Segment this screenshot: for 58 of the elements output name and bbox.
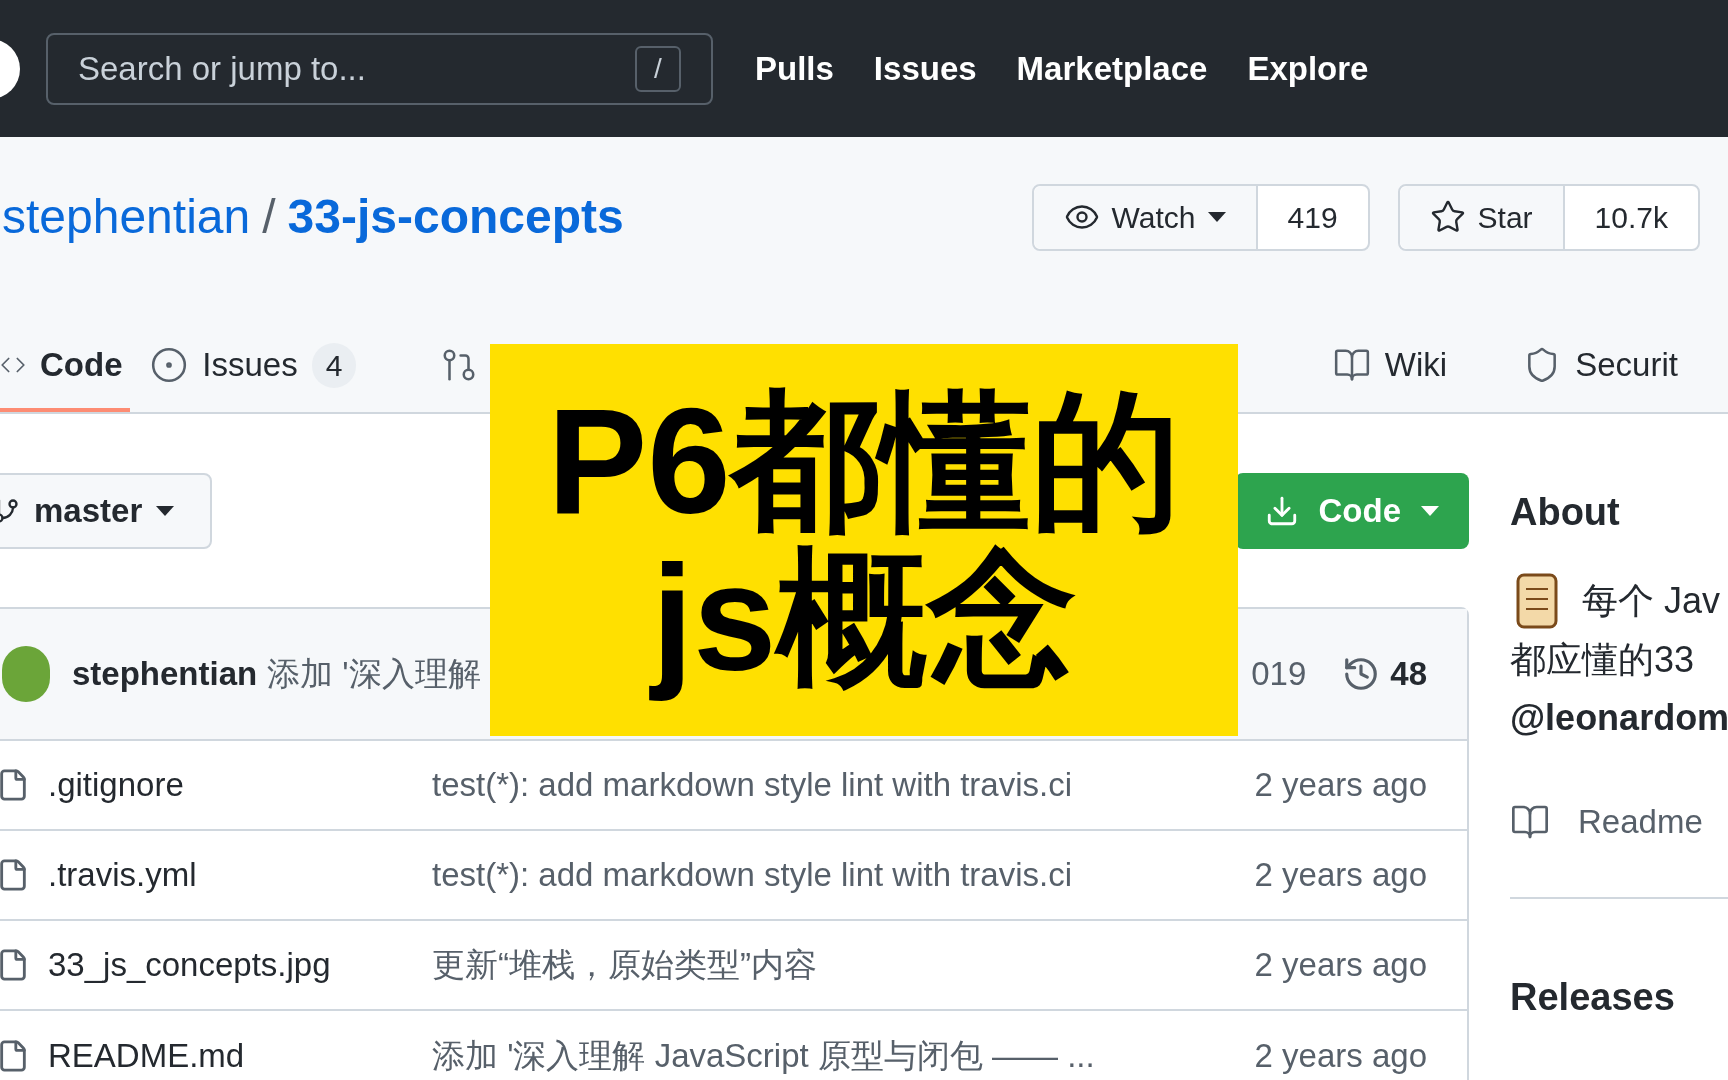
file-age: 2 years ago [1254,765,1427,806]
branch-button[interactable]: master [0,472,213,549]
file-row[interactable]: .travis.yml test(*): add markdown style lint with travis.ci 2 years ago [0,831,1467,921]
commit-message-link[interactable]: test(*): add markdown style lint with travis.ci [432,850,1073,900]
keyboard-shortcut-key: / [635,45,681,92]
watch-button[interactable]: Watch [1033,185,1258,249]
search-field[interactable]: Search or jump to... / [46,32,713,105]
banner-title-line: P6都懂的 [547,382,1181,540]
caret-icon [1421,505,1439,516]
readme-link[interactable]: Readme [1510,797,1728,847]
star-icon [1429,199,1466,235]
circle-dot-icon [150,346,189,384]
tab-label: Wiki [1384,345,1448,386]
releases-heading: Releases [1510,974,1676,1020]
repo-name-link[interactable]: 33-js-concepts [287,181,624,253]
commit-message: 添加 '深入理解 [267,654,481,695]
repo-tab[interactable]: Issues 4 [130,322,421,412]
caret-icon [1207,212,1226,222]
count-badge: 4 [311,342,357,388]
star-button[interactable]: Star [1399,185,1565,249]
search-input[interactable]: Search or jump to... [78,43,578,94]
file-row[interactable]: README.md 添加 '深入理解 JavaScript 原型与闭包 —— ... 2 years ago [0,1011,1467,1080]
commit-count: 48 [1342,649,1427,699]
repo-owner-link[interactable]: stephentian [2,181,251,253]
about-description-line: 都应懂的33 [1510,638,1695,682]
caret-icon [156,505,175,516]
nav-link[interactable]: Marketplace [1016,43,1208,94]
commit-message-link[interactable]: 更新“堆栈，原始类型”内容 [432,940,817,990]
repo-tab[interactable]: Securit [1503,322,1728,412]
file-row[interactable]: 33_js_concepts.jpg 更新“堆栈，原始类型”内容 2 years ago [0,921,1467,1011]
tab-label: Issues [202,345,298,386]
nav-link[interactable]: Issues [873,43,977,94]
branch-icon [0,496,20,525]
commit-author: stephentian [72,654,258,695]
file-age: 2 years ago [1254,945,1427,986]
count-link[interactable]: 419 [1257,185,1368,249]
about-description-line: 每个 Jav [1582,579,1721,623]
file-name-link[interactable]: 33_js_concepts.jpg [48,940,432,990]
file-age: 2 years ago [1254,1036,1427,1077]
file-row[interactable]: .gitignore test(*): add markdown style lint with travis.ci 2 years ago [0,741,1467,831]
nav-link[interactable]: Explore [1247,43,1369,94]
commit-message-link[interactable]: 添加 '深入理解 JavaScript 原型与闭包 —— ... [432,1031,1095,1080]
file-name-link[interactable]: README.md [48,1031,432,1080]
repo-tab[interactable]: Wiki [1312,322,1504,412]
commit-date: 019 [1251,654,1307,695]
file-name-link[interactable]: .travis.yml [48,850,432,900]
tab-label: Code [40,345,123,386]
tab-label: Securit [1575,345,1678,386]
about-description-line: @leonardom [1510,696,1728,740]
commit-message-link[interactable]: test(*): add markdown style lint with travis.ci [432,760,1073,810]
file-name-link[interactable]: .gitignore [48,760,432,810]
about-heading: About [1510,490,1621,535]
count-link[interactable]: 10.7k [1564,185,1698,249]
file-age: 2 years ago [1254,855,1427,896]
avatar [2,646,50,702]
nav-link[interactable]: Pulls [755,43,834,94]
path-separator: / [262,189,276,245]
repo-tab[interactable]: Code [0,322,131,412]
